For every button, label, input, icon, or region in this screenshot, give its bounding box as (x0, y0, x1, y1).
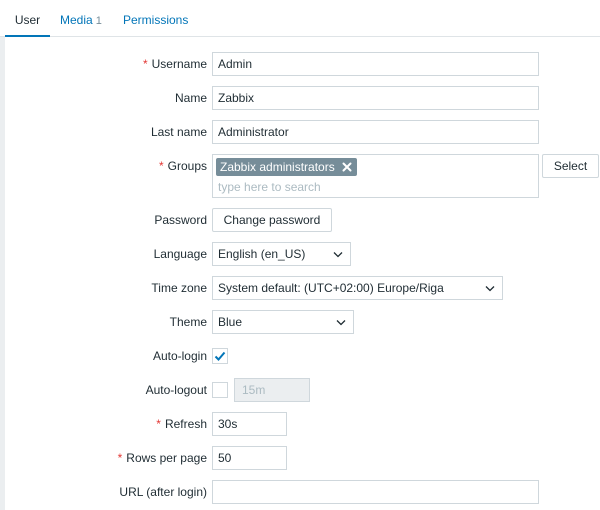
change-password-button[interactable]: Change password (212, 208, 332, 232)
autologout-label: Auto-logout (145, 383, 207, 397)
user-form: * Username Admin Name Zabbix Last name Ad… (5, 37, 600, 510)
tab-bar: User Media 1 Permissions (0, 0, 600, 37)
group-tag-label: Zabbix administrators (220, 160, 335, 174)
row-url: URL (after login) (5, 480, 600, 504)
required-marker: * (142, 57, 148, 71)
row-timezone: Time zone System default: (UTC+02:00) Eu… (5, 276, 600, 300)
check-icon (214, 351, 226, 361)
row-lastname: Last name Administrator (5, 120, 600, 144)
tab-permissions[interactable]: Permissions (123, 0, 188, 37)
tab-media[interactable]: Media 1 (60, 0, 102, 37)
theme-select[interactable]: Blue (212, 310, 354, 334)
row-username: * Username Admin (5, 52, 600, 76)
url-input[interactable] (212, 480, 539, 504)
row-password: Password Change password (5, 208, 600, 232)
timezone-value: System default: (UTC+02:00) Europe/Riga (218, 281, 444, 295)
name-input[interactable]: Zabbix (212, 86, 539, 110)
password-label: Password (154, 213, 207, 227)
name-label: Name (174, 91, 207, 105)
theme-label: Theme (169, 315, 207, 329)
tab-media-count: 1 (95, 15, 102, 27)
required-marker: * (158, 159, 164, 173)
autologin-checkbox[interactable] (212, 348, 228, 364)
rows-per-page-input[interactable]: 50 (212, 446, 287, 470)
group-tag: Zabbix administrators (216, 158, 357, 176)
row-rows-per-page: * Rows per page 50 (5, 446, 600, 470)
username-label: * Username (142, 57, 207, 71)
required-marker: * (117, 451, 123, 465)
groups-multiselect[interactable]: Zabbix administrators type here to searc… (212, 154, 539, 198)
remove-icon[interactable] (342, 162, 352, 172)
language-value: English (en_US) (218, 247, 306, 261)
chevron-down-icon (333, 252, 343, 258)
row-name: Name Zabbix (5, 86, 600, 110)
tab-user[interactable]: User (5, 0, 50, 37)
row-autologout: Auto-logout 15m (5, 378, 600, 402)
timezone-label: Time zone (151, 281, 207, 295)
chevron-down-icon (485, 286, 495, 292)
row-language: Language English (en_US) (5, 242, 600, 266)
timezone-select[interactable]: System default: (UTC+02:00) Europe/Riga (212, 276, 503, 300)
tab-permissions-label: Permissions (123, 13, 189, 27)
row-groups: * Groups Zabbix administrators type here … (5, 154, 600, 198)
row-theme: Theme Blue (5, 310, 600, 334)
autologout-input[interactable]: 15m (234, 378, 310, 402)
groups-label: * Groups (158, 159, 207, 173)
tab-user-label: User (14, 13, 41, 27)
lastname-label: Last name (150, 125, 207, 139)
username-input[interactable]: Admin (212, 52, 539, 76)
theme-value: Blue (218, 315, 243, 329)
groups-search-placeholder[interactable]: type here to search (218, 179, 321, 195)
autologin-label: Auto-login (152, 349, 207, 363)
language-select[interactable]: English (en_US) (212, 242, 351, 266)
row-refresh: * Refresh 30s (5, 412, 600, 436)
rows-per-page-label: * Rows per page (117, 451, 207, 465)
refresh-input[interactable]: 30s (212, 412, 287, 436)
lastname-input[interactable]: Administrator (212, 120, 539, 144)
refresh-label: * Refresh (156, 417, 207, 431)
groups-select-button[interactable]: Select (542, 154, 599, 178)
tab-media-label: Media (60, 13, 93, 27)
autologout-checkbox[interactable] (212, 382, 228, 398)
language-label: Language (153, 247, 207, 261)
row-autologin: Auto-login (5, 344, 600, 368)
url-label: URL (after login) (119, 485, 207, 499)
chevron-down-icon (336, 320, 346, 326)
required-marker: * (156, 417, 161, 431)
